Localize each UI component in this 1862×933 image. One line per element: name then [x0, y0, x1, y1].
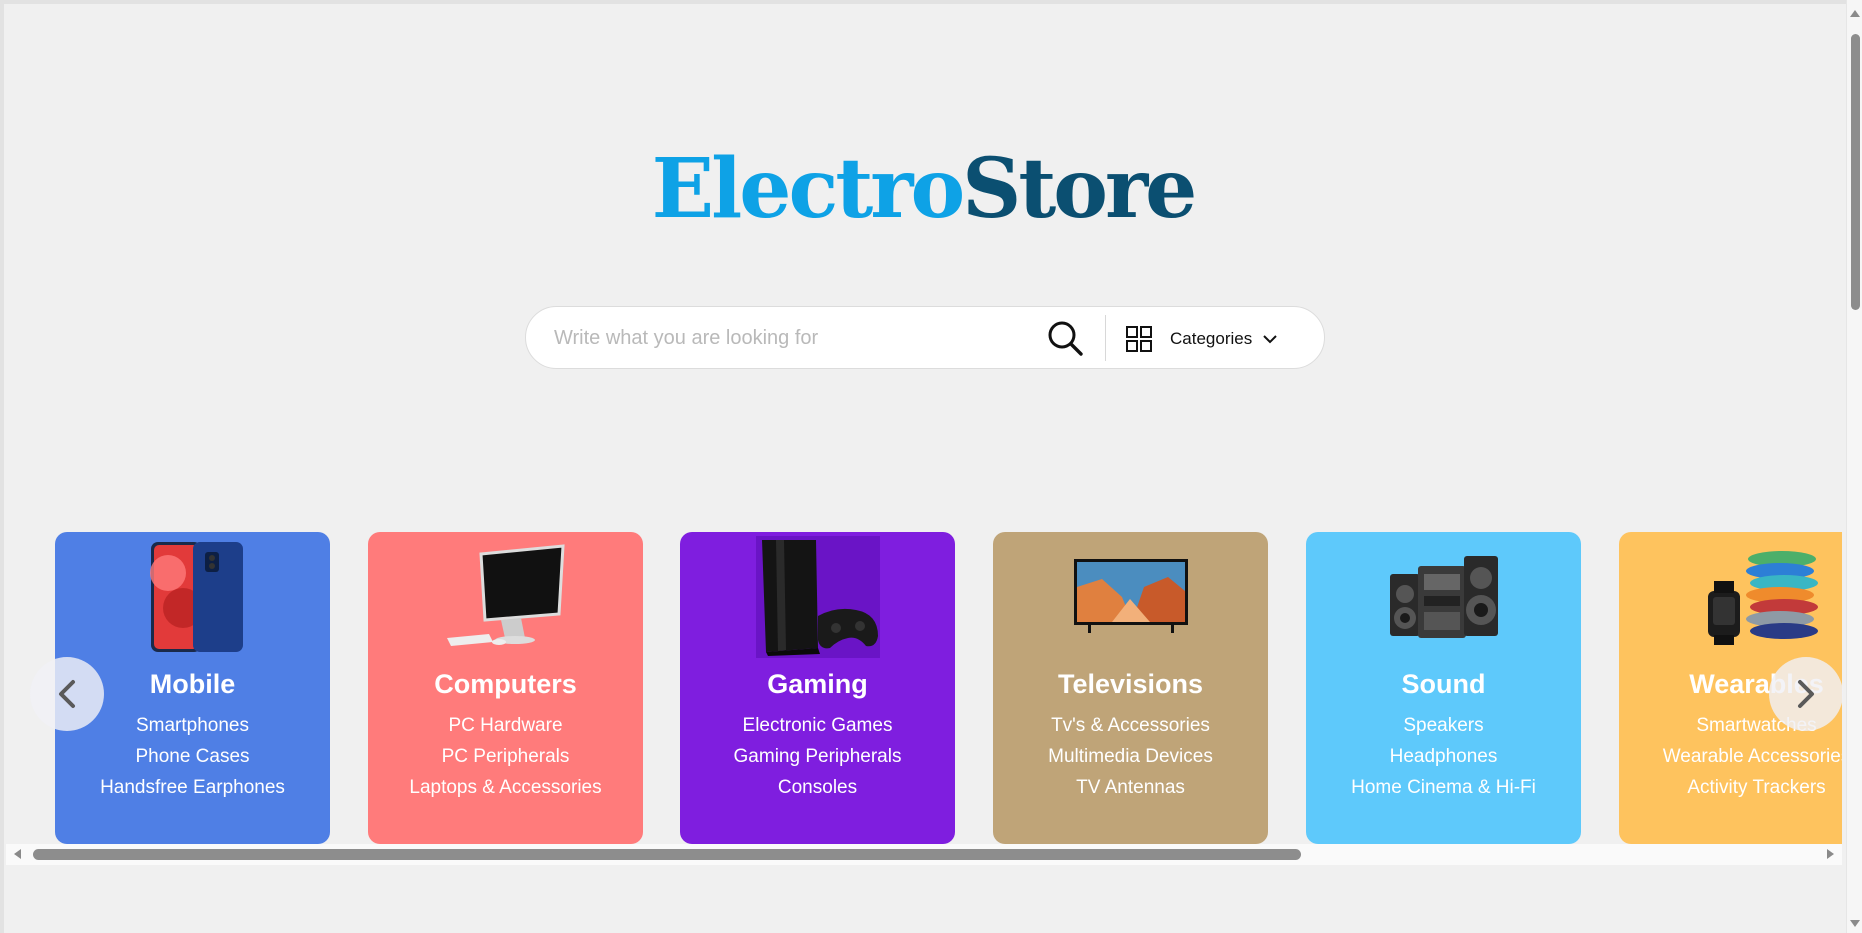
vertical-scroll-thumb[interactable] — [1851, 34, 1860, 310]
category-link[interactable]: Home Cinema & Hi-Fi — [1306, 772, 1581, 803]
search-icon — [1048, 321, 1083, 356]
category-link[interactable]: Activity Trackers — [1619, 772, 1842, 803]
category-link[interactable]: Handsfree Earphones — [55, 772, 330, 803]
search-input[interactable] — [554, 321, 1034, 355]
category-link[interactable]: Headphones — [1306, 741, 1581, 772]
category-link[interactable]: Laptops & Accessories — [368, 772, 643, 803]
scroll-right-icon[interactable] — [1827, 849, 1834, 859]
category-card-computers[interactable]: Computers PC Hardware PC Peripherals Lap… — [368, 532, 643, 844]
stereo-speakers-image — [1306, 532, 1581, 662]
desktop-computer-image — [368, 532, 643, 662]
category-title: Gaming — [767, 669, 868, 699]
category-link[interactable]: PC Hardware — [368, 710, 643, 741]
scroll-left-icon[interactable] — [14, 849, 21, 859]
category-link[interactable]: Multimedia Devices — [993, 741, 1268, 772]
category-link[interactable]: Tv's & Accessories — [993, 710, 1268, 741]
smartwatch-bands-image — [1619, 532, 1842, 662]
categories-dropdown[interactable]: Categories — [1126, 319, 1311, 359]
carousel-prev-button[interactable] — [30, 657, 104, 731]
category-link[interactable]: Electronic Games — [680, 710, 955, 741]
search-bar: Categories — [525, 306, 1325, 369]
horizontal-scroll-thumb[interactable] — [33, 849, 1301, 860]
logo-text-electro: Electro — [651, 141, 966, 237]
chevron-down-icon — [1263, 335, 1277, 344]
category-title: Sound — [1401, 669, 1486, 699]
scroll-up-icon[interactable] — [1850, 10, 1860, 17]
search-button[interactable] — [1046, 319, 1086, 359]
category-card-gaming[interactable]: Gaming Electronic Games Gaming Periphera… — [680, 532, 955, 844]
category-link[interactable]: TV Antennas — [993, 772, 1268, 803]
category-link[interactable]: Wearable Accessories — [1619, 741, 1842, 772]
categories-label: Categories — [1170, 329, 1253, 348]
category-card-sound[interactable]: Sound Speakers Headphones Home Cinema & … — [1306, 532, 1581, 844]
category-title: Computers — [434, 669, 577, 699]
category-link[interactable]: Phone Cases — [55, 741, 330, 772]
category-link[interactable]: Speakers — [1306, 710, 1581, 741]
chevron-left-icon — [59, 680, 75, 708]
logo-text-store: Store — [962, 141, 1197, 237]
scroll-down-icon[interactable] — [1850, 920, 1860, 927]
horizontal-scrollbar[interactable] — [6, 844, 1842, 865]
category-carousel: Mobile Smartphones Phone Cases Handsfree… — [6, 532, 1842, 844]
category-link[interactable]: Gaming Peripherals — [680, 741, 955, 772]
category-card-televisions[interactable]: Televisions Tv's & Accessories Multimedi… — [993, 532, 1268, 844]
grid-icon — [1126, 326, 1152, 352]
category-link[interactable]: Consoles — [680, 772, 955, 803]
category-link[interactable]: PC Peripherals — [368, 741, 643, 772]
search-divider — [1105, 315, 1106, 361]
smartphone-image — [55, 532, 330, 662]
game-console-image — [680, 532, 955, 662]
carousel-next-button[interactable] — [1769, 657, 1843, 731]
vertical-scrollbar[interactable] — [1846, 0, 1862, 933]
category-title: Televisions — [1057, 669, 1204, 699]
site-logo[interactable]: ElectroStore — [0, 148, 1846, 230]
television-image — [993, 532, 1268, 662]
chevron-right-icon — [1798, 680, 1814, 708]
